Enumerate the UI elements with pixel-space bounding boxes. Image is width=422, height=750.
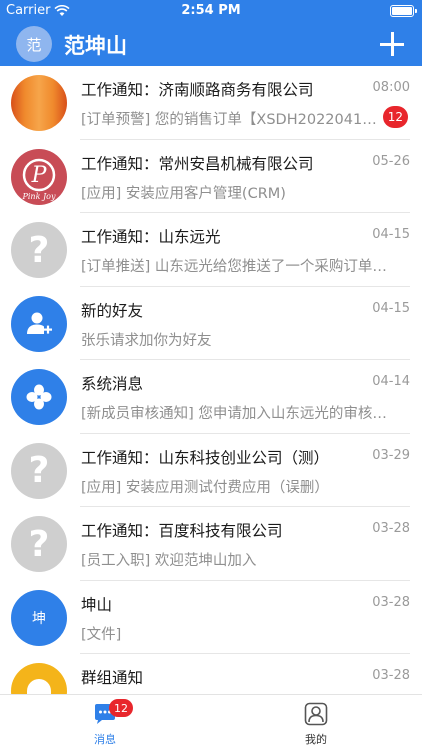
question-mark-icon: ? <box>11 222 67 278</box>
conversation-name: 群组通知 <box>81 669 144 687</box>
navigation-bar: 范 范坤山 <box>0 22 422 66</box>
conversation-preview: [文件] <box>81 626 122 643</box>
question-mark-icon: ? <box>11 516 67 572</box>
add-friend-icon <box>11 295 67 352</box>
conversation-row[interactable]: ? 工作通知：百度科技有限公司 03-28 [员工入职] 欢迎范坤山加入 <box>0 507 422 581</box>
conversation-name: 工作通知：山东科技创业公司（测） <box>81 448 330 467</box>
conversation-preview: [订单预警] 您的销售订单【XSDH2022041… <box>81 112 377 128</box>
conversation-date: 04-15 <box>372 227 410 242</box>
profile-icon <box>303 701 329 727</box>
system-grid-icon <box>11 369 67 425</box>
conversation-preview: [应用] 安装应用客户管理(CRM) <box>81 185 286 202</box>
conversation-name: 工作通知：山东远光 <box>81 228 221 246</box>
conversation-name: 系统消息 <box>81 375 144 393</box>
tab-messages[interactable]: 消息 12 <box>65 699 145 747</box>
group-notice-icon <box>11 663 67 694</box>
conversation-date: 04-14 <box>372 374 410 389</box>
pink-logo-icon: P Pink Joy <box>11 148 67 205</box>
unread-badge: 12 <box>382 106 408 128</box>
add-button[interactable] <box>380 32 404 56</box>
tab-label: 消息 <box>94 733 116 746</box>
conversation-date: 03-28 <box>372 594 410 610</box>
conversation-date: 03-29 <box>372 447 410 463</box>
conversation-name: 坤山 <box>81 595 113 614</box>
conversation-preview: [新成员审核通知] 您申请加入山东远光的审核… <box>81 406 387 422</box>
conversation-preview: [员工入职] 欢迎范坤山加入 <box>81 553 257 569</box>
conversation-name: 新的好友 <box>81 301 144 320</box>
conversation-row[interactable]: 群组通知 03-28 <box>0 654 422 694</box>
status-bar: Carrier 2:54 PM <box>0 0 422 22</box>
conversation-date: 08:00 <box>372 80 410 95</box>
svg-text:P: P <box>31 163 48 188</box>
conversation-name: 工作通知：常州安昌机械有限公司 <box>81 154 314 173</box>
text-avatar: 坤 <box>11 589 67 646</box>
orange-logo-icon <box>11 75 67 131</box>
conversation-row[interactable]: 新的好友 04-15 张乐请求加你为好友 <box>0 287 422 360</box>
conversation-date: 03-28 <box>372 668 410 683</box>
status-time: 2:54 PM <box>181 3 241 18</box>
conversation-name: 工作通知：济南顺路商务有限公司 <box>81 81 314 99</box>
user-avatar[interactable]: 范 <box>16 26 52 62</box>
conversation-date: 05-26 <box>372 153 410 169</box>
battery-icon <box>390 5 417 17</box>
conversation-date: 03-28 <box>372 521 410 536</box>
tab-profile[interactable]: 我的 <box>276 701 356 747</box>
conversation-preview: [应用] 安装应用测试付费应用（误删） <box>81 479 329 496</box>
page-title: 范坤山 <box>64 34 127 58</box>
conversation-row[interactable]: 系统消息 04-14 [新成员审核通知] 您申请加入山东远光的审核… <box>0 360 422 434</box>
conversation-list[interactable]: 工作通知：济南顺路商务有限公司 08:00 [订单预警] 您的销售订单【XSDH… <box>0 66 422 694</box>
conversation-date: 04-15 <box>372 300 410 316</box>
conversation-row[interactable]: P Pink Joy 工作通知：常州安昌机械有限公司 05-26 [应用] 安装… <box>0 140 422 213</box>
tab-label: 我的 <box>305 733 327 746</box>
conversation-row[interactable]: ? 工作通知：山东远光 04-15 [订单推送] 山东远光给您推送了一个采购订单… <box>0 213 422 287</box>
question-mark-icon: ? <box>11 442 67 499</box>
tab-badge: 12 <box>109 699 133 717</box>
conversation-preview: 张乐请求加你为好友 <box>81 332 212 349</box>
svg-text:Pink Joy: Pink Joy <box>21 192 56 201</box>
tab-bar: 消息 12 我的 <box>0 694 422 750</box>
conversation-row[interactable]: ? 工作通知：山东科技创业公司（测） 03-29 [应用] 安装应用测试付费应用… <box>0 434 422 507</box>
conversation-row[interactable]: 工作通知：济南顺路商务有限公司 08:00 [订单预警] 您的销售订单【XSDH… <box>0 66 422 140</box>
conversation-preview: [订单推送] 山东远光给您推送了一个采购订单… <box>81 259 387 275</box>
conversation-row[interactable]: 坤 坤山 03-28 [文件] <box>0 581 422 654</box>
conversation-name: 工作通知：百度科技有限公司 <box>81 522 283 540</box>
